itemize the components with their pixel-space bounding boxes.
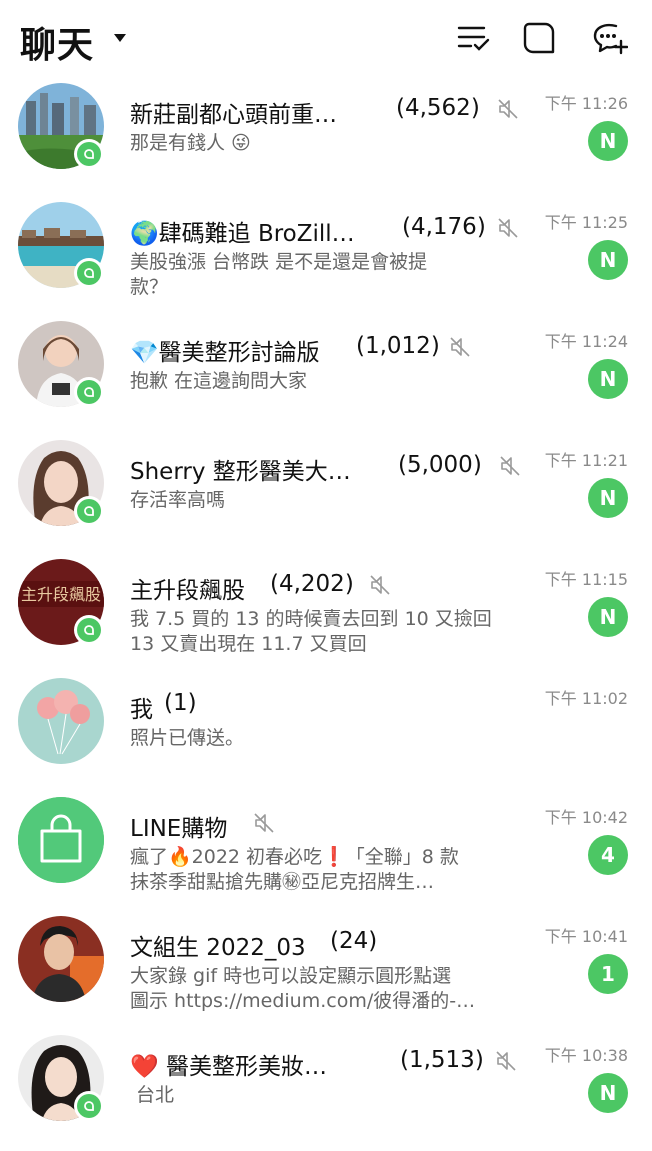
unread-badge: N	[588, 597, 628, 637]
last-message: 台北	[136, 1084, 175, 1106]
mute-icon	[450, 337, 470, 357]
timestamp: 下午 11:15	[544, 570, 628, 589]
last-message: 那是有錢人 😜	[130, 132, 251, 154]
header: 聊天	[0, 0, 652, 80]
mute-icon	[498, 218, 518, 238]
last-message-line2: 圖示 https://medium.com/彼得潘的-…	[130, 990, 476, 1012]
timestamp: 下午 11:25	[544, 213, 628, 232]
last-message: 照片已傳送。	[130, 727, 245, 749]
member-count: (4,176)	[402, 214, 486, 240]
unread-badge: N	[588, 240, 628, 280]
member-count: (1,513)	[400, 1047, 484, 1073]
chat-name: 主升段飆股	[130, 578, 245, 604]
new-chat-bubble-icon[interactable]	[521, 20, 557, 56]
mute-icon	[500, 456, 520, 476]
official-badge	[74, 496, 104, 526]
last-message: 瘋了🔥2022 初春必吃❗「全聯」8 款	[130, 846, 459, 868]
unread-badge: N	[588, 478, 628, 518]
timestamp: 下午 10:42	[544, 808, 628, 827]
chevron-down-icon[interactable]	[114, 34, 126, 42]
unread-badge: 4	[588, 835, 628, 875]
timestamp: 下午 10:38	[544, 1046, 628, 1065]
official-account-icon	[77, 1094, 101, 1118]
official-account-icon	[77, 618, 101, 642]
unread-badge: N	[588, 1073, 628, 1113]
member-count: (24)	[330, 928, 378, 954]
official-badge	[74, 377, 104, 407]
last-message: 美股強漲 台幣跌 是不是還是會被提	[130, 251, 428, 273]
mute-icon	[254, 813, 274, 833]
chat-name: 文組生 2022_03	[130, 935, 306, 961]
timestamp: 下午 11:02	[544, 689, 628, 708]
chat-row[interactable]: 新莊副都心頭前重… (4,562) 那是有錢人 😜 下午 11:26 N	[0, 80, 652, 199]
mute-icon	[498, 99, 518, 119]
chat-name: 🌍肆碼難追 BroZill…	[130, 221, 355, 247]
chat-row[interactable]: 主升段飆股 主升段飆股 (4,202) 我 7.5 買的 13 的時候賣去回到 …	[0, 556, 652, 675]
last-message: 存活率高嗎	[130, 489, 226, 511]
last-message-line2: 抹茶季甜點搶先購㊙亞尼克招牌生…	[130, 871, 435, 893]
timestamp: 下午 11:26	[544, 94, 628, 113]
chat-name: 💎醫美整形討論版	[130, 340, 320, 366]
chat-row[interactable]: LINE購物 瘋了🔥2022 初春必吃❗「全聯」8 款 抹茶季甜點搶先購㊙亞尼克…	[0, 794, 652, 913]
last-message-line2: 款？	[130, 276, 169, 298]
member-count: (1,012)	[356, 333, 440, 359]
page-title: 聊天	[20, 25, 95, 66]
member-count: (1)	[164, 690, 197, 716]
chat-name: 新莊副都心頭前重…	[130, 102, 337, 128]
unread-badge: N	[588, 121, 628, 161]
shopping-bag-icon	[18, 797, 104, 883]
timestamp: 下午 11:24	[544, 332, 628, 351]
official-badge	[74, 1091, 104, 1121]
official-account-icon	[77, 499, 101, 523]
member-count: (5,000)	[398, 452, 482, 478]
last-message: 我 7.5 買的 13 的時候賣去回到 10 又撿回	[130, 608, 492, 630]
chat-row[interactable]: 我 (1) 照片已傳送。 下午 11:02	[0, 675, 652, 794]
svg-text:主升段飆股: 主升段飆股	[21, 585, 101, 604]
last-message: 大家錄 gif 時也可以設定顯示圓形點選	[130, 965, 452, 987]
official-account-icon	[77, 261, 101, 285]
avatar	[18, 678, 104, 764]
official-account-icon	[77, 380, 101, 404]
add-chat-icon[interactable]	[592, 20, 628, 56]
mute-icon	[496, 1051, 516, 1071]
timestamp: 下午 11:21	[544, 451, 628, 470]
official-badge	[74, 258, 104, 288]
last-message-line2: 13 又賣出現在 11.7 又買回	[130, 633, 367, 655]
avatar	[18, 797, 104, 883]
chat-row[interactable]: ❤️ 醫美整形美妝… (1,513) 台北 下午 10:38 N	[0, 1032, 652, 1151]
chat-name: Sherry 整形醫美大…	[130, 459, 351, 485]
timestamp: 下午 10:41	[544, 927, 628, 946]
avatar	[18, 916, 104, 1002]
chat-row[interactable]: Sherry 整形醫美大… (5,000) 存活率高嗎 下午 11:21 N	[0, 437, 652, 556]
official-badge	[74, 139, 104, 169]
mute-icon	[370, 575, 390, 595]
member-count: (4,562)	[396, 95, 480, 121]
official-account-icon	[77, 142, 101, 166]
unread-badge: N	[588, 359, 628, 399]
last-message: 抱歉 在這邊詢問大家	[130, 370, 308, 392]
sort-checklist-icon[interactable]	[456, 20, 492, 56]
chat-name: ❤️ 醫美整形美妝…	[130, 1054, 327, 1080]
official-badge	[74, 615, 104, 645]
chat-name: LINE購物	[130, 816, 228, 842]
chat-row[interactable]: 🌍肆碼難追 BroZill… (4,176) 美股強漲 台幣跌 是不是還是會被提…	[0, 199, 652, 318]
unread-badge: 1	[588, 954, 628, 994]
chat-row[interactable]: 文組生 2022_03 (24) 大家錄 gif 時也可以設定顯示圓形點選 圖示…	[0, 913, 652, 1032]
member-count: (4,202)	[270, 571, 354, 597]
chat-row[interactable]: 💎醫美整形討論版 (1,012) 抱歉 在這邊詢問大家 下午 11:24 N	[0, 318, 652, 437]
